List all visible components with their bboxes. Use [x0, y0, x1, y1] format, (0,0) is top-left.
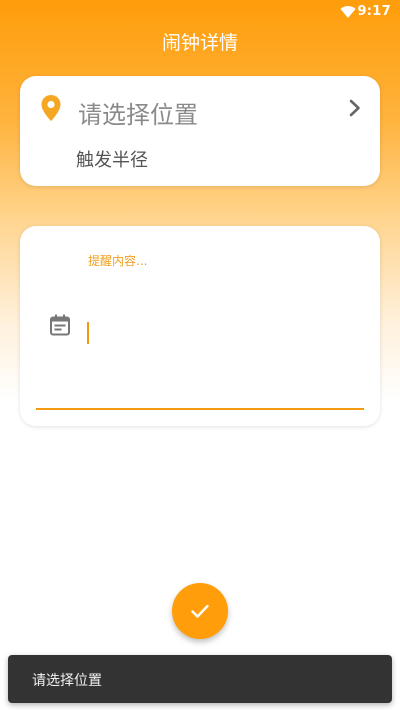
snackbar-message: 请选择位置 — [32, 673, 102, 689]
location-placeholder: 请选择位置 — [78, 101, 198, 129]
chevron-right-icon — [349, 99, 360, 117]
status-bar: 9:17 — [0, 0, 400, 24]
wifi-icon — [340, 6, 356, 19]
calendar-note-icon — [50, 314, 70, 336]
check-icon — [191, 604, 209, 618]
trigger-radius-label[interactable]: 触发半径 — [76, 146, 148, 172]
confirm-button[interactable] — [172, 583, 228, 639]
snackbar: 请选择位置 — [8, 655, 392, 703]
location-pin-icon — [41, 95, 61, 121]
reminder-content-input[interactable] — [86, 318, 356, 344]
text-cursor — [87, 322, 89, 344]
select-location-row[interactable]: 请选择位置 — [20, 76, 380, 140]
reminder-content-card: 提醒内容... — [20, 226, 380, 426]
status-time: 9:17 — [357, 4, 391, 19]
page-title: 闹钟详情 — [161, 32, 238, 54]
reminder-content-hint: 提醒内容... — [88, 254, 148, 268]
input-underline — [36, 408, 364, 410]
location-card: 请选择位置 触发半径 — [20, 76, 380, 186]
